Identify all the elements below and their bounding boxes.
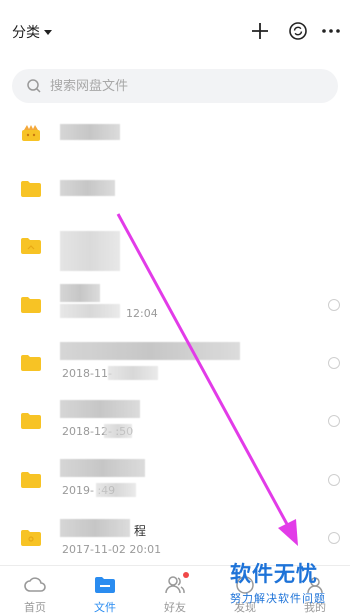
file-date-redacted [96,483,136,497]
tab-home[interactable]: 首页 [0,566,70,615]
file-name-redacted [60,231,120,271]
notification-dot [183,572,189,578]
select-radio[interactable] [328,532,340,544]
file-date: 2018-11- [62,367,112,380]
file-name-redacted [60,284,100,302]
list-item[interactable]: 2019- :49 [0,453,350,511]
file-date-redacted [60,304,120,318]
add-button[interactable] [247,18,273,44]
more-button[interactable] [318,18,344,44]
search-bar[interactable] [12,69,338,103]
tab-label: 文件 [94,601,116,614]
file-name-redacted [60,400,140,418]
list-item[interactable]: 2018-12- :50 [0,394,350,452]
caret-down-icon [44,29,52,35]
shared-folder-icon [21,238,41,254]
folder-icon [21,355,41,371]
app-folder-icon [22,125,40,141]
watermark-title: 软件无忧 [230,562,318,586]
people-icon [165,576,185,594]
folder-icon [95,577,115,593]
watermark-subtitle: 努力解决软件问题 [230,592,326,605]
list-item[interactable]: 2018-11- [0,336,350,394]
tab-label: 好友 [164,601,186,614]
select-radio[interactable] [328,299,340,311]
file-date: 12:04 [126,307,158,320]
select-radio[interactable] [328,357,340,369]
list-item[interactable] [0,104,350,162]
list-item[interactable] [0,160,350,218]
plus-icon [252,23,268,39]
shared-folder-icon [21,530,41,546]
file-date: 2017-11-02 20:01 [62,543,162,556]
file-name-redacted [60,124,120,140]
tab-friends[interactable]: 好友 [140,566,210,615]
category-label: 分类 [12,25,40,41]
folder-icon [21,181,41,197]
more-icon [322,29,340,33]
sync-icon [289,22,307,40]
search-icon [27,79,41,93]
list-item[interactable]: 12:04 [0,278,350,336]
watermark: 软件无忧 努力解决软件问题 [228,556,348,615]
folder-icon [21,297,41,313]
file-name-redacted [60,342,240,360]
file-date-redacted [104,424,132,438]
folder-icon [21,472,41,488]
file-name-redacted [60,459,145,477]
search-input[interactable] [50,78,310,94]
file-name-redacted [60,519,130,537]
file-date-redacted [108,366,158,380]
tab-files[interactable]: 文件 [70,566,140,615]
file-name-suffix: 程 [134,524,147,538]
file-name-redacted [60,180,115,196]
category-dropdown[interactable]: 分类 [12,22,52,42]
top-bar: 分类 [0,0,350,62]
select-radio[interactable] [328,415,340,427]
folder-icon [21,413,41,429]
cloud-icon [24,577,46,592]
tab-label: 首页 [24,601,46,614]
select-radio[interactable] [328,474,340,486]
list-item[interactable] [0,219,350,277]
sync-button[interactable] [285,18,311,44]
